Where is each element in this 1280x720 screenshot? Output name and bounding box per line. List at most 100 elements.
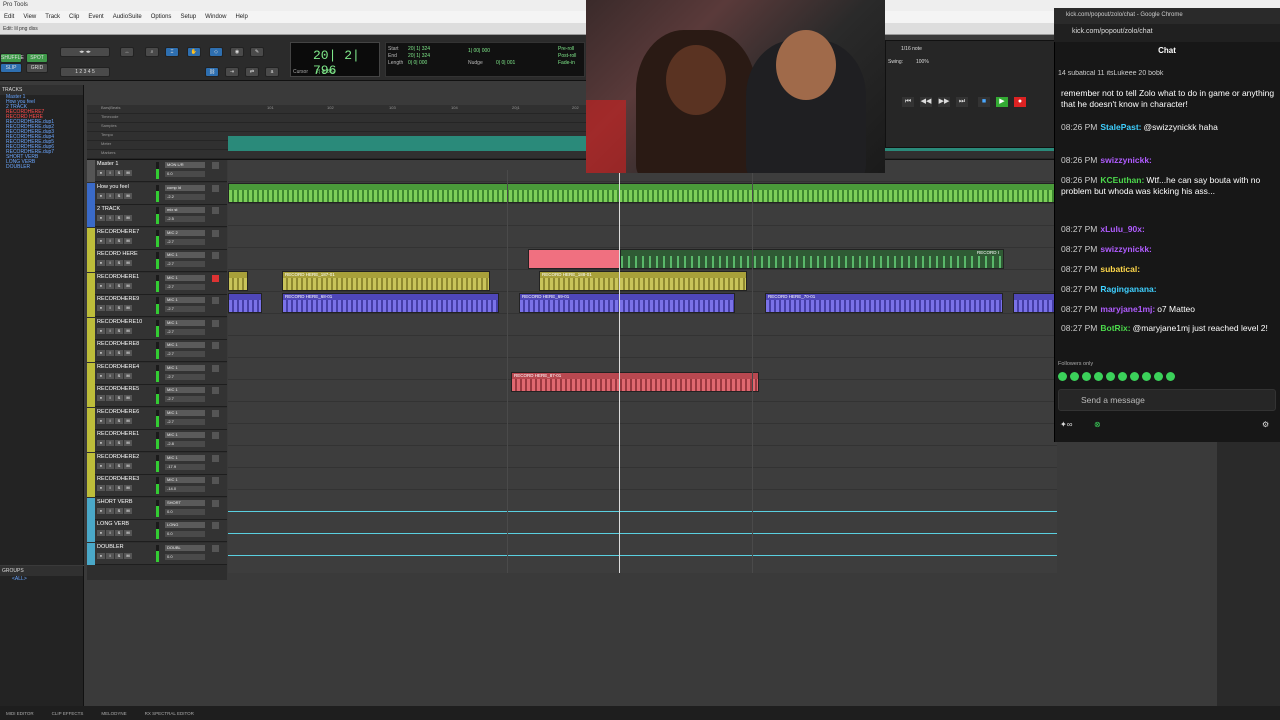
track-header[interactable]: DOUBLER ● I S M DOUBL 0.0 — [87, 542, 227, 565]
zoom-presets[interactable]: 1 2 3 4 5 — [60, 67, 110, 77]
record-arm-icon[interactable] — [212, 499, 219, 507]
track-name[interactable]: RECORDHERE7 — [97, 229, 152, 235]
solo-button[interactable]: S — [115, 170, 123, 176]
input-monitor-button[interactable]: I — [106, 350, 114, 356]
mute-button[interactable]: M — [124, 372, 132, 379]
settings-gear-icon[interactable]: ⚙ — [1262, 420, 1269, 429]
track-header[interactable]: RECORDHERE1 ● I S M MIC 1 -2.8 — [87, 430, 227, 452]
track-name[interactable]: LONG VERB — [97, 521, 152, 527]
rec-enable-button[interactable]: ● — [97, 440, 105, 446]
audio-clip[interactable] — [228, 271, 248, 291]
kick-icon[interactable]: ⊗ — [1094, 420, 1101, 429]
record-icon[interactable]: ● — [1014, 97, 1026, 107]
chat-username[interactable]: xLulu_90x: — [1100, 224, 1144, 234]
solo-button[interactable]: S — [115, 350, 123, 356]
record-arm-icon[interactable] — [212, 207, 219, 214]
track-volume[interactable]: -2.5 — [165, 216, 205, 222]
chat-username[interactable]: swizzynickk: — [1100, 155, 1152, 165]
track-header[interactable]: RECORDHERE9 ● I S M MIC 1 -2.7 — [87, 295, 227, 317]
solo-button[interactable]: S — [115, 417, 123, 424]
track-header[interactable]: RECORDHERE5 ● I S M MIC 1 -2.7 — [87, 385, 227, 407]
rec-enable-button[interactable]: ● — [97, 192, 105, 199]
mute-button[interactable]: M — [124, 552, 132, 559]
spot-mode-button[interactable]: SPOT — [26, 53, 48, 63]
track-header[interactable]: RECORDHERE10 ● I S M MIC 1 -2.7 — [87, 317, 227, 340]
track-io-selector[interactable]: MIC 1 — [165, 409, 205, 416]
end-icon[interactable]: ⏭ — [956, 97, 968, 107]
mute-button[interactable]: M — [124, 215, 132, 221]
chat-username[interactable]: swizzynickk: — [1100, 244, 1152, 254]
track-io-selector[interactable]: SHORT — [165, 499, 205, 506]
main-counter[interactable]: 20| 2| 796 Cursor 2| 4| 882 — [290, 42, 380, 78]
recording-clip[interactable] — [528, 249, 620, 269]
audio-clip-69[interactable]: RECORD HERE_69-01 — [519, 293, 735, 313]
input-monitor-button[interactable]: I — [106, 215, 114, 221]
audio-clip-record[interactable]: RECORD I — [620, 249, 1004, 269]
track-name[interactable]: RECORDHERE9 — [97, 296, 152, 302]
track-io-selector[interactable]: LONG — [165, 522, 205, 528]
smart-tool-icon[interactable]: ◇ — [209, 47, 223, 57]
solo-button[interactable]: S — [115, 215, 123, 221]
track-volume[interactable]: -2.7 — [165, 418, 205, 425]
input-monitor-button[interactable]: I — [106, 192, 114, 199]
mute-button[interactable]: M — [124, 395, 132, 401]
record-arm-icon[interactable] — [212, 162, 219, 169]
track-volume[interactable]: 0.0 — [165, 508, 205, 515]
rec-enable-button[interactable]: ● — [97, 215, 105, 221]
note-value[interactable]: 1/16 note — [901, 46, 922, 52]
input-monitor-button[interactable]: I — [106, 372, 114, 379]
play-icon[interactable]: ▶ — [996, 97, 1008, 107]
chat-username[interactable]: maryjane1mj: — [1100, 304, 1155, 314]
melodyne-tab[interactable]: MELODYNE — [101, 711, 126, 716]
chat-username[interactable]: BotRix: — [1100, 323, 1130, 333]
mute-button[interactable]: M — [124, 485, 132, 491]
rec-enable-button[interactable]: ● — [97, 485, 105, 491]
record-arm-icon[interactable] — [212, 477, 219, 484]
emote-icon[interactable] — [1070, 372, 1079, 381]
track-volume[interactable]: -2.7 — [165, 283, 205, 290]
track-name[interactable]: 2 TRACK — [97, 206, 152, 212]
solo-button[interactable]: S — [115, 485, 123, 491]
track-header[interactable]: LONG VERB ● I S M LONG 0.0 — [87, 520, 227, 542]
menu-audiosuite[interactable]: AudioSuite — [113, 14, 142, 20]
solo-button[interactable]: S — [115, 237, 123, 244]
emote-icon[interactable] — [1154, 372, 1163, 381]
mute-button[interactable]: M — [124, 260, 132, 266]
playhead-cursor[interactable] — [619, 170, 620, 573]
track-volume[interactable]: -2.7 — [165, 261, 205, 267]
track-header[interactable]: RECORDHERE2 ● I S M MIC 1 -17.9 — [87, 452, 227, 475]
menu-clip[interactable]: Clip — [69, 14, 79, 20]
track-name[interactable]: RECORDHERE3 — [97, 476, 152, 482]
rec-enable-button[interactable]: ● — [97, 507, 105, 514]
mute-button[interactable]: M — [124, 417, 132, 424]
track-io-selector[interactable]: MON L/R — [165, 162, 205, 168]
quick-emote-icon[interactable]: ✦∞ — [1060, 420, 1072, 429]
keyboard-focus-icon[interactable]: a — [265, 67, 279, 77]
track-io-selector[interactable]: MIC 1 — [165, 297, 205, 303]
rec-enable-button[interactable]: ● — [97, 462, 105, 469]
mirror-midi-icon[interactable]: ⇄ — [245, 67, 259, 77]
solo-button[interactable]: S — [115, 462, 123, 469]
track-io-selector[interactable]: MIC 2 — [165, 229, 205, 236]
track-io-selector[interactable]: MIC 1 — [165, 342, 205, 348]
tab-to-transient-icon[interactable]: ⇥ — [225, 67, 239, 77]
menu-options[interactable]: Options — [151, 14, 172, 20]
menu-event[interactable]: Event — [88, 14, 103, 20]
edit-playlist-area[interactable]: RECORD I RECORD HERE_187-01 RECORD HERE_… — [228, 160, 1057, 573]
emote-icon[interactable] — [1094, 372, 1103, 381]
input-monitor-button[interactable]: I — [106, 485, 114, 491]
record-arm-icon[interactable] — [212, 364, 219, 372]
input-monitor-button[interactable]: I — [106, 552, 114, 559]
solo-button[interactable]: S — [115, 192, 123, 199]
solo-button[interactable]: S — [115, 552, 123, 559]
rec-enable-button[interactable]: ● — [97, 260, 105, 266]
track-io-selector[interactable]: MIC 1 — [165, 252, 205, 258]
selector-tool-icon[interactable]: ⌶ — [165, 47, 179, 57]
track-name[interactable]: RECORDHERE8 — [97, 341, 152, 347]
record-arm-icon[interactable] — [212, 409, 219, 417]
rec-enable-button[interactable]: ● — [97, 237, 105, 244]
record-arm-icon[interactable] — [212, 184, 219, 192]
emote-icon[interactable] — [1082, 372, 1091, 381]
emote-icon[interactable] — [1142, 372, 1151, 381]
input-monitor-button[interactable]: I — [106, 170, 114, 176]
